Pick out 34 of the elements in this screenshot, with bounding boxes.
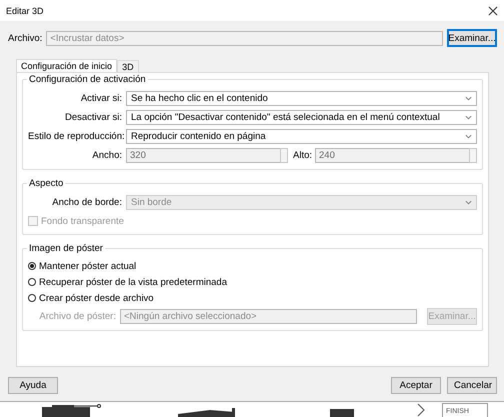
caret-icon xyxy=(465,200,472,205)
help-button[interactable]: Ayuda xyxy=(8,377,58,394)
group-title: Aspecto xyxy=(28,178,64,189)
radio-label: Recuperar póster de la vista predeterminada xyxy=(39,276,227,288)
window-title: Editar 3D xyxy=(6,6,44,16)
radio-label: Mantener póster actual xyxy=(39,260,136,272)
radio-button[interactable] xyxy=(28,262,36,270)
field-label: Alto: xyxy=(292,150,314,161)
field-label: Estilo de reproducción: xyxy=(28,131,126,142)
dropdown[interactable]: Reproducir contenido en página xyxy=(126,129,477,144)
field-label: Activar si: xyxy=(80,93,123,104)
checkbox-label: Fondo transparente xyxy=(41,216,124,226)
close-icon[interactable] xyxy=(488,6,498,16)
radio-label: Crear póster desde archivo xyxy=(39,292,154,304)
file-label: Archivo: xyxy=(8,32,42,44)
tab[interactable]: Configuración de inicio xyxy=(16,59,118,72)
group-title: Configuración de activación xyxy=(28,74,147,85)
caret-icon xyxy=(465,134,472,139)
group-title: Imagen de póster xyxy=(28,243,104,254)
cancel-button[interactable]: Cancelar xyxy=(447,377,497,394)
ok-button[interactable]: Aceptar xyxy=(391,377,441,394)
field-label: Desactivar si: xyxy=(64,112,123,123)
caret-icon xyxy=(465,96,472,101)
dropdown[interactable]: Se ha hecho clic en el contenido xyxy=(126,91,477,106)
browse-button[interactable]: Examinar... xyxy=(447,29,497,47)
dropdown[interactable]: La opción "Desactivar contenido" está selecionada en el menú contextual xyxy=(126,110,477,125)
file-field[interactable]: <Incrustar datos> xyxy=(46,30,443,46)
field-label: Archivo de póster: xyxy=(38,310,116,322)
field-label: Ancho de borde: xyxy=(51,197,123,208)
radio-button[interactable] xyxy=(28,294,36,302)
radio-button[interactable] xyxy=(28,278,36,286)
caret-icon xyxy=(465,115,472,120)
tab[interactable]: 3D xyxy=(117,60,139,72)
field-label: Ancho: xyxy=(91,150,123,161)
